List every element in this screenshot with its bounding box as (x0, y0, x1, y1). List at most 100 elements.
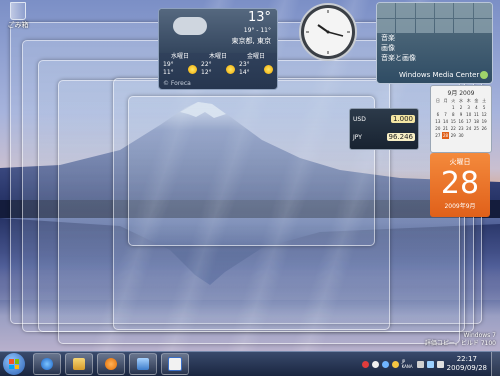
media-center-gadget[interactable]: 音楽 画像 音楽と画像 Windows Media Center (376, 2, 493, 84)
recycle-bin-icon (10, 2, 26, 20)
forecast-low: 12° (201, 69, 212, 76)
window-frame[interactable] (128, 96, 375, 246)
tray-app-icon[interactable] (391, 360, 399, 368)
currency-value[interactable]: 1.000 (390, 115, 415, 123)
forecast-high: 22° (201, 61, 212, 68)
tray-app-icon[interactable] (361, 360, 369, 368)
forecast-day-name: 水曜日 (170, 53, 189, 60)
calendar-day-cell[interactable]: 27 (434, 132, 442, 139)
clock-gadget[interactable] (298, 2, 358, 62)
calendar-day-cell[interactable]: 28 (441, 132, 450, 139)
calendar-day-cell[interactable]: 1 (449, 104, 457, 111)
forecast-day-name: 金曜日 (246, 53, 265, 60)
calendar-day-cell[interactable]: 17 (465, 118, 473, 125)
weather-gadget[interactable]: 13° 19° - 11° 東京都, 東京 水曜日 19° 11° 木曜日 22°… (158, 8, 278, 90)
internet-explorer-icon (41, 358, 53, 370)
windows-logo-icon (9, 359, 19, 369)
calendar-gadget[interactable]: 9月 2009 日月火水木金土 1 2 3 4 5 6 7 8 9 10 11 12 13 14 15 16 17… (430, 85, 492, 217)
forecast-day: 金曜日 23° 14° (239, 53, 273, 77)
clock-date: 2009/09/28 (446, 364, 487, 372)
calendar-day-cell[interactable]: 3 (465, 104, 473, 111)
input-mode: KANA (401, 364, 413, 369)
sun-icon (226, 64, 235, 74)
calendar-day-cell[interactable]: 9 (457, 111, 465, 118)
calendar-day-cell[interactable]: 24 (465, 125, 473, 132)
media-menu-music-pictures[interactable]: 音楽と画像 (381, 53, 416, 63)
calendar-day-cell[interactable]: 18 (473, 118, 481, 125)
network-icon[interactable] (426, 360, 434, 368)
show-desktop-button[interactable] (491, 352, 500, 376)
clock-time: 22:17 (456, 355, 477, 363)
calendar-day-cell[interactable]: 29 (449, 132, 457, 139)
calendar-weekday: 火 (451, 98, 456, 103)
media-menu-pictures[interactable]: 画像 (381, 43, 416, 53)
media-player-icon (105, 358, 117, 370)
taskbar-clock[interactable]: 22:17 2009/09/28 (447, 355, 487, 373)
calendar-day-cell[interactable]: 7 (442, 111, 450, 118)
calendar-day-cell[interactable]: 22 (449, 125, 457, 132)
calendar-weekday: 月 (443, 98, 448, 103)
volume-icon[interactable] (436, 360, 444, 368)
calendar-day-cell[interactable]: 11 (473, 111, 481, 118)
language-indicator[interactable]: JP KANA (402, 359, 413, 369)
watermark-os: Windows 7 (463, 332, 496, 339)
calendar-day-cell[interactable]: 30 (457, 132, 465, 139)
calendar-weekday: 木 (466, 98, 471, 103)
sun-icon (188, 64, 197, 74)
media-menu-music[interactable]: 音楽 (381, 33, 416, 43)
calendar-day-cell[interactable]: 12 (480, 111, 488, 118)
calendar-month-header: 9月 2009 (447, 90, 475, 97)
taskbar-media-player-button[interactable] (97, 353, 125, 375)
taskbar-document-button[interactable] (161, 353, 189, 375)
folder-icon (73, 358, 85, 370)
calendar-day-cell[interactable]: 25 (473, 125, 481, 132)
calendar-day-cell[interactable]: 16 (457, 118, 465, 125)
recycle-bin[interactable]: ごみ箱 (3, 2, 33, 30)
calendar-day-cell[interactable]: 14 (442, 118, 450, 125)
calendar-full-date: 2009年9月 (444, 203, 476, 210)
tray-app-icon[interactable] (381, 360, 389, 368)
calendar-day-cell[interactable]: 6 (434, 111, 442, 118)
calendar-day-cell[interactable]: 2 (457, 104, 465, 111)
calendar-day-cell[interactable]: 21 (442, 125, 450, 132)
flag-icon[interactable] (416, 360, 424, 368)
system-tray: JP KANA 22:17 2009/09/28 (361, 352, 500, 376)
tray-app-icon[interactable] (371, 360, 379, 368)
forecast-low: 11° (163, 69, 174, 76)
document-icon (168, 357, 182, 371)
calendar-day-cell[interactable]: 5 (480, 104, 488, 111)
calendar-day-cell[interactable]: 20 (434, 125, 442, 132)
start-button[interactable] (3, 353, 25, 375)
calendar-day-cell[interactable]: 10 (465, 111, 473, 118)
calendar-day-view: 火曜日 28 2009年9月 (430, 153, 490, 217)
desktop: ごみ箱 13° 19° - 11° 東京都, 東京 水曜日 19° 11° 木曜日… (0, 0, 500, 351)
weather-location: 東京都, 東京 (231, 37, 271, 45)
forecast-low: 14° (239, 69, 250, 76)
calendar-day-cell[interactable]: 13 (434, 118, 442, 125)
calendar-day-cell[interactable]: 4 (473, 104, 481, 111)
currency-value[interactable]: 96.246 (386, 133, 415, 141)
taskbar-explorer-button[interactable] (129, 353, 157, 375)
media-center-title: Windows Media Center (399, 71, 480, 79)
forecast-high: 19° (163, 61, 174, 68)
calendar-day-cell (465, 132, 473, 139)
calendar-weekday: 土 (482, 98, 487, 103)
watermark-build: 評価コピー。ビルド 7100 (424, 340, 496, 347)
taskbar-folder-button[interactable] (65, 353, 93, 375)
calendar-day-cell (434, 104, 442, 111)
calendar-weekday: 金 (474, 98, 479, 103)
calendar-day-cell (442, 104, 450, 111)
forecast-day: 水曜日 19° 11° (163, 53, 197, 77)
calendar-weekday: 日 (435, 98, 440, 103)
calendar-grid: 日月火水木金土 1 2 3 4 5 6 7 8 9 10 11 12 13 14 15 16 17 18 19 20 21… (434, 97, 488, 139)
calendar-day-cell[interactable]: 23 (457, 125, 465, 132)
media-center-go-icon[interactable] (480, 71, 488, 79)
currency-code: JPY (353, 133, 362, 141)
calendar-day-cell[interactable]: 8 (449, 111, 457, 118)
calendar-day-cell (480, 132, 488, 139)
taskbar-ie-button[interactable] (33, 353, 61, 375)
calendar-day-cell[interactable]: 26 (480, 125, 488, 132)
calendar-day-cell[interactable]: 15 (449, 118, 457, 125)
calendar-day-cell[interactable]: 19 (480, 118, 488, 125)
currency-gadget[interactable]: USD 1.000 JPY 96.246 (349, 108, 419, 150)
